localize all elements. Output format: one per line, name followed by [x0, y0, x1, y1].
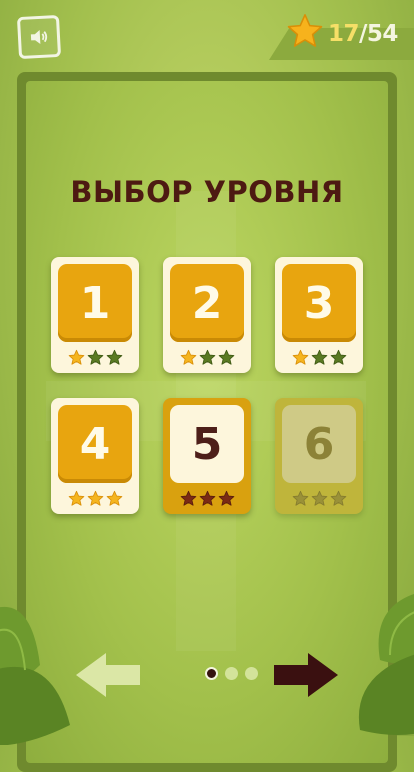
- leaf-decoration-right: [358, 594, 414, 735]
- star-empty-icon: [218, 490, 234, 506]
- level-card-1[interactable]: 1: [51, 257, 139, 373]
- star-empty-icon: [330, 490, 346, 506]
- speaker-icon: [30, 29, 48, 44]
- star-empty-icon: [330, 349, 346, 365]
- star-empty-icon: [292, 490, 308, 506]
- star-filled-icon: [180, 349, 196, 365]
- star-filled-icon: [292, 349, 308, 365]
- level-number: 1: [58, 264, 132, 342]
- level-number: 2: [170, 264, 244, 342]
- leaf-decoration-left: [0, 606, 70, 745]
- star-count: 17/54: [328, 21, 398, 47]
- stars-total: /54: [359, 21, 398, 47]
- level-number: 4: [58, 405, 132, 483]
- level-stars: [275, 490, 363, 507]
- level-stars: [275, 349, 363, 366]
- star-empty-icon: [180, 490, 196, 506]
- stars-collected: 17: [328, 21, 360, 47]
- level-card-4[interactable]: 4: [51, 398, 139, 514]
- page-dot-3[interactable]: [245, 667, 258, 680]
- sound-toggle-button[interactable]: [16, 14, 62, 60]
- star-icon: [287, 14, 323, 47]
- page-dot-2[interactable]: [225, 667, 238, 680]
- arrow-right-icon[interactable]: [272, 651, 340, 699]
- star-empty-icon: [199, 349, 215, 365]
- star-filled-icon: [68, 349, 84, 365]
- star-empty-icon: [311, 349, 327, 365]
- star-filled-icon: [106, 490, 122, 506]
- star-counter: 17/54: [264, 10, 414, 60]
- arrow-left-icon[interactable]: [74, 651, 142, 699]
- level-stars: [51, 490, 139, 507]
- star-empty-icon: [311, 490, 327, 506]
- page-title: ВЫБОР УРОВНЯ: [70, 175, 344, 209]
- board-panel: ВЫБОР УРОВНЯ 123 456: [26, 81, 388, 763]
- level-stars: [163, 349, 251, 366]
- level-card-6: 6: [275, 398, 363, 514]
- star-empty-icon: [87, 349, 103, 365]
- star-empty-icon: [106, 349, 122, 365]
- star-filled-icon: [68, 490, 84, 506]
- page-indicator: [205, 667, 258, 680]
- level-number: 6: [282, 405, 356, 483]
- star-filled-icon: [87, 490, 103, 506]
- level-stars: [163, 490, 251, 507]
- star-empty-icon: [218, 349, 234, 365]
- level-number: 3: [282, 264, 356, 342]
- level-card-3[interactable]: 3: [275, 257, 363, 373]
- level-card-5[interactable]: 5: [163, 398, 251, 514]
- star-empty-icon: [199, 490, 215, 506]
- level-card-2[interactable]: 2: [163, 257, 251, 373]
- level-stars: [51, 349, 139, 366]
- page-dot-1[interactable]: [205, 667, 218, 680]
- level-number: 5: [170, 405, 244, 483]
